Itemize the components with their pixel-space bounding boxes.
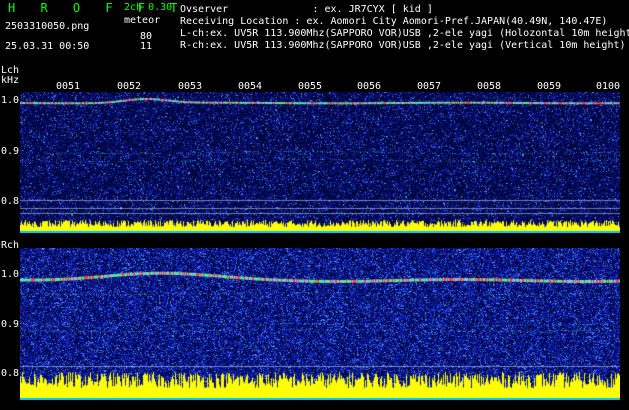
date-time: 25.03.31 00:50	[5, 41, 90, 52]
lch-y-label-0-9: 0.9	[1, 146, 20, 157]
rch-y-label-0-8: 0.8	[1, 368, 20, 379]
rch-spectrogram	[20, 248, 620, 400]
rch-meteor-count: 11	[140, 41, 153, 52]
lch-info: L-ch:ex. UV5R 113.900Mhz(SAPPORO VOR)USB…	[180, 28, 629, 39]
rch-label: Rch	[1, 240, 20, 251]
observer-info: Ovserver : ex. JR7CYX [ kid ]	[180, 4, 433, 15]
time-tick: 0100	[596, 81, 621, 92]
rch-y-label-1-0: 1.0	[1, 269, 20, 280]
lch-y-label-0-8: 0.8	[1, 196, 20, 207]
lch-spectrogram	[20, 92, 620, 233]
file-name: 2503310050.png	[5, 21, 90, 32]
lch-y-label-1-0: 1.0	[1, 95, 20, 106]
khz-unit-label: kHz	[1, 75, 20, 86]
time-tick: 0051	[56, 81, 81, 92]
time-tick: 0058	[477, 81, 502, 92]
time-tick: 0055	[298, 81, 323, 92]
time-tick: 0059	[537, 81, 562, 92]
location-info: Receiving Location : ex. Aomori City Aom…	[180, 16, 608, 27]
time-tick: 0052	[117, 81, 142, 92]
meteor-label: meteor	[124, 15, 161, 26]
time-tick: 0054	[238, 81, 263, 92]
rch-info: R-ch:ex. UV5R 113.900Mhz(SAPPORO VOR)USB…	[180, 40, 626, 51]
time-tick: 0057	[417, 81, 442, 92]
time-tick: 0053	[178, 81, 203, 92]
time-tick: 0056	[357, 81, 382, 92]
mode-label: 2ch 0.30	[124, 2, 173, 13]
rch-y-label-0-9: 0.9	[1, 319, 20, 330]
